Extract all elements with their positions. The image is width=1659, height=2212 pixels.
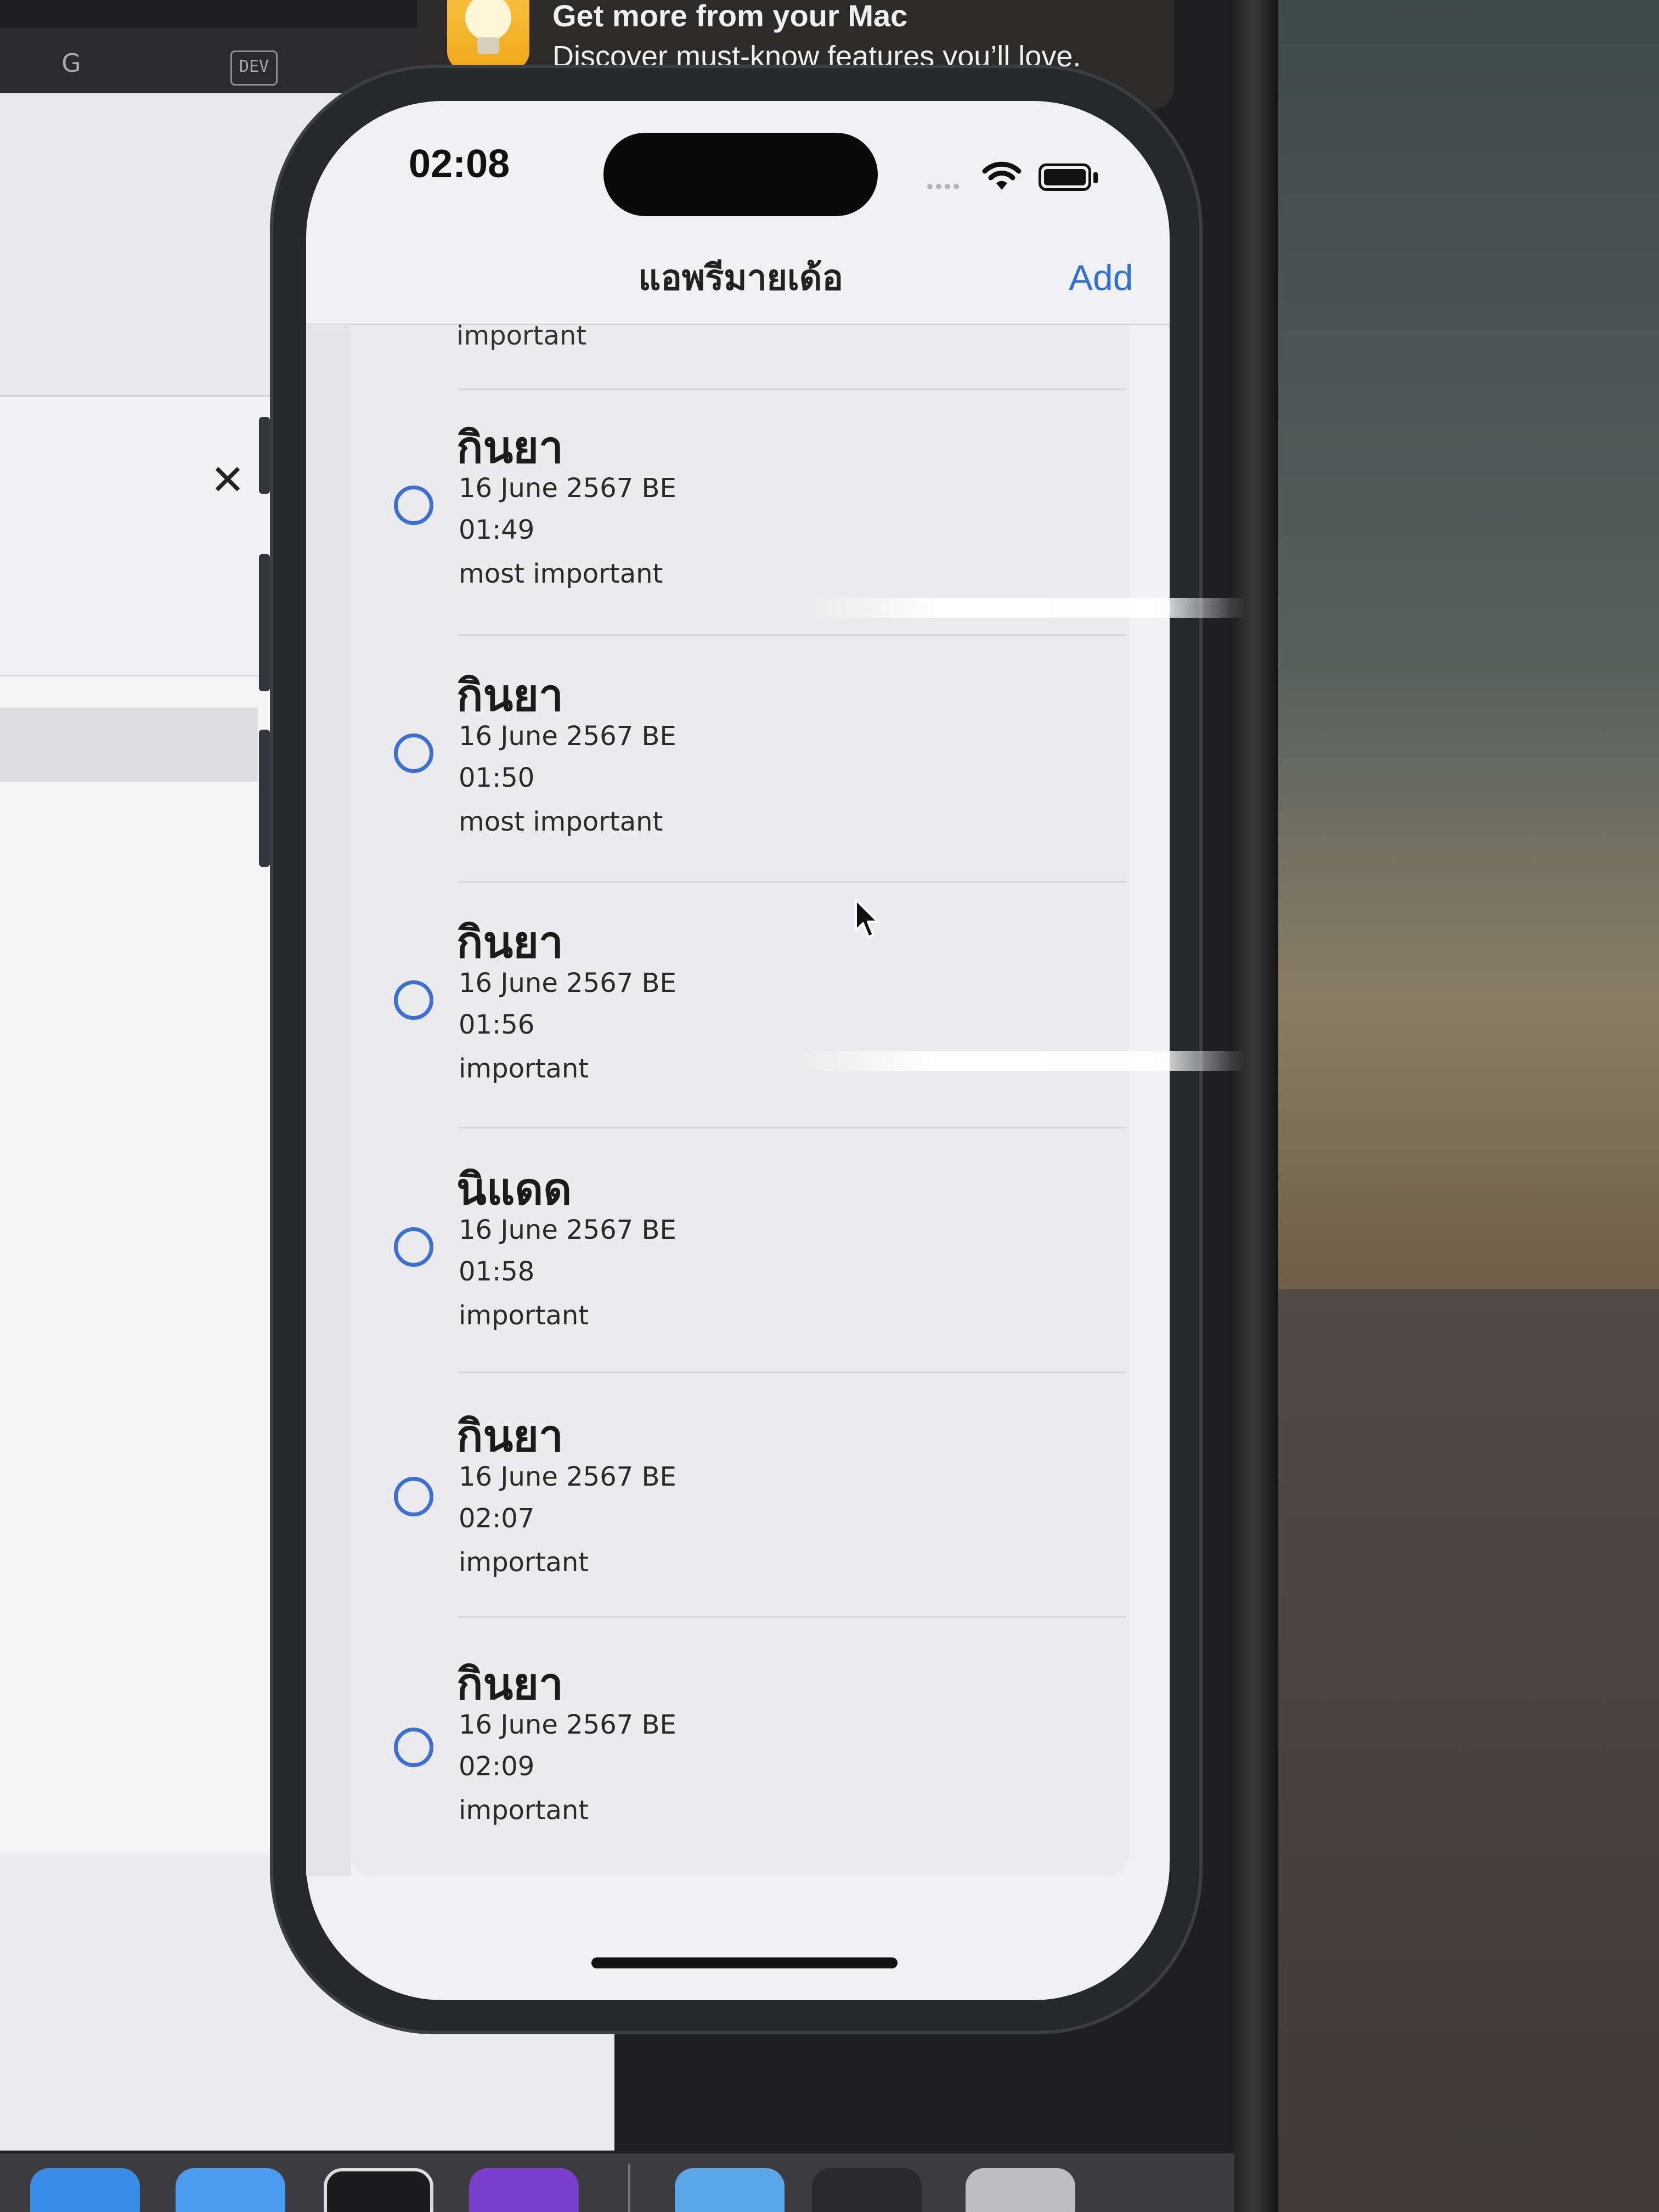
item-date: 16 June 2567 BE — [459, 473, 676, 504]
xcode-icon[interactable] — [30, 2168, 140, 2212]
volume-down-button — [259, 730, 270, 867]
mouse-pointer-icon — [855, 899, 879, 938]
volume-up-button — [259, 554, 270, 691]
folder-icon[interactable] — [675, 2168, 785, 2212]
tips-lightbulb-icon — [447, 0, 529, 70]
home-indicator — [591, 1957, 898, 1968]
screenshot-icon[interactable] — [812, 2168, 922, 2212]
wifi-icon — [982, 161, 1022, 190]
list-item[interactable]: นิแดด 16 June 2567 BE 01:58 important — [351, 1132, 1129, 1379]
grammarly-icon[interactable]: G — [52, 44, 91, 82]
item-title: กินยา — [456, 422, 563, 473]
complete-toggle-circle[interactable] — [394, 980, 433, 1020]
list-item[interactable]: กินยา 16 June 2567 BE 02:09 important — [351, 1627, 1129, 1874]
battery-icon — [1039, 163, 1091, 191]
item-date: 16 June 2567 BE — [459, 968, 676, 998]
item-title: กินยา — [456, 1410, 563, 1462]
desk-background — [1262, 1289, 1659, 2212]
item-time: 02:09 — [459, 1751, 535, 1782]
terminal-icon[interactable] — [324, 2168, 433, 2212]
item-title: นิแดด — [456, 1164, 572, 1215]
item-title: กินยา — [456, 1658, 563, 1709]
row-divider — [458, 388, 1126, 390]
cellular-icon — [927, 181, 971, 189]
item-time: 02:07 — [459, 1503, 535, 1534]
item-priority: most important — [459, 806, 663, 837]
close-icon[interactable]: ✕ — [208, 459, 247, 501]
mac-selected-row[interactable] — [0, 708, 258, 782]
list-item[interactable]: กินยา 16 June 2567 BE 02:07 important — [351, 1379, 1129, 1626]
complete-toggle-circle[interactable] — [394, 1728, 433, 1767]
complete-toggle-circle[interactable] — [394, 733, 433, 773]
nav-separator — [306, 324, 1170, 325]
item-date: 16 June 2567 BE — [459, 721, 676, 752]
item-time: 01:49 — [459, 515, 535, 545]
status-time: 02:08 — [409, 142, 510, 186]
item-priority: important — [459, 1795, 589, 1826]
row-divider — [458, 881, 1126, 883]
dev-badge[interactable]: DEV — [230, 50, 278, 86]
screen-glare — [795, 1051, 1245, 1071]
action-button — [259, 417, 270, 494]
battery-tip — [1093, 172, 1098, 183]
dynamic-island — [603, 133, 878, 216]
item-priority: important — [459, 1053, 589, 1084]
item-priority: most important — [459, 558, 663, 589]
github-desktop-icon[interactable] — [469, 2168, 579, 2212]
trash-icon[interactable] — [966, 2168, 1075, 2212]
complete-toggle-circle[interactable] — [394, 486, 433, 525]
app-icon[interactable] — [176, 2168, 285, 2212]
complete-toggle-circle[interactable] — [394, 1477, 433, 1516]
item-date: 16 June 2567 BE — [459, 1462, 676, 1492]
row-divider — [458, 1127, 1126, 1128]
item-time: 01:56 — [459, 1009, 535, 1040]
complete-toggle-circle[interactable] — [394, 1227, 433, 1267]
item-time: 01:50 — [459, 763, 535, 793]
item-title: กินยา — [456, 670, 563, 721]
list-item[interactable]: กินยา 16 June 2567 BE 01:56 important — [351, 885, 1129, 1132]
nav-title: แอพรีมายเด้อ — [638, 258, 843, 298]
item-priority: important — [459, 1300, 589, 1331]
add-button[interactable]: Add — [1069, 257, 1133, 298]
item-title: กินยา — [456, 917, 563, 968]
item-date: 16 June 2567 BE — [459, 1709, 676, 1740]
dock-separator — [628, 2164, 630, 2212]
row-divider — [458, 1372, 1126, 1373]
screen-glare — [806, 598, 1245, 618]
notification-title: Get more from your Mac — [552, 0, 908, 33]
list-inset-margin — [306, 326, 351, 1876]
monitor-bezel — [1229, 0, 1278, 2212]
partial-row-priority: important — [456, 320, 587, 351]
row-divider — [458, 634, 1126, 636]
item-priority: important — [459, 1547, 589, 1578]
item-date: 16 June 2567 BE — [459, 1215, 676, 1245]
list-item[interactable]: กินยา 16 June 2567 BE 01:50 most importa… — [351, 639, 1129, 885]
item-time: 01:58 — [459, 1256, 535, 1287]
row-divider — [458, 1616, 1126, 1618]
